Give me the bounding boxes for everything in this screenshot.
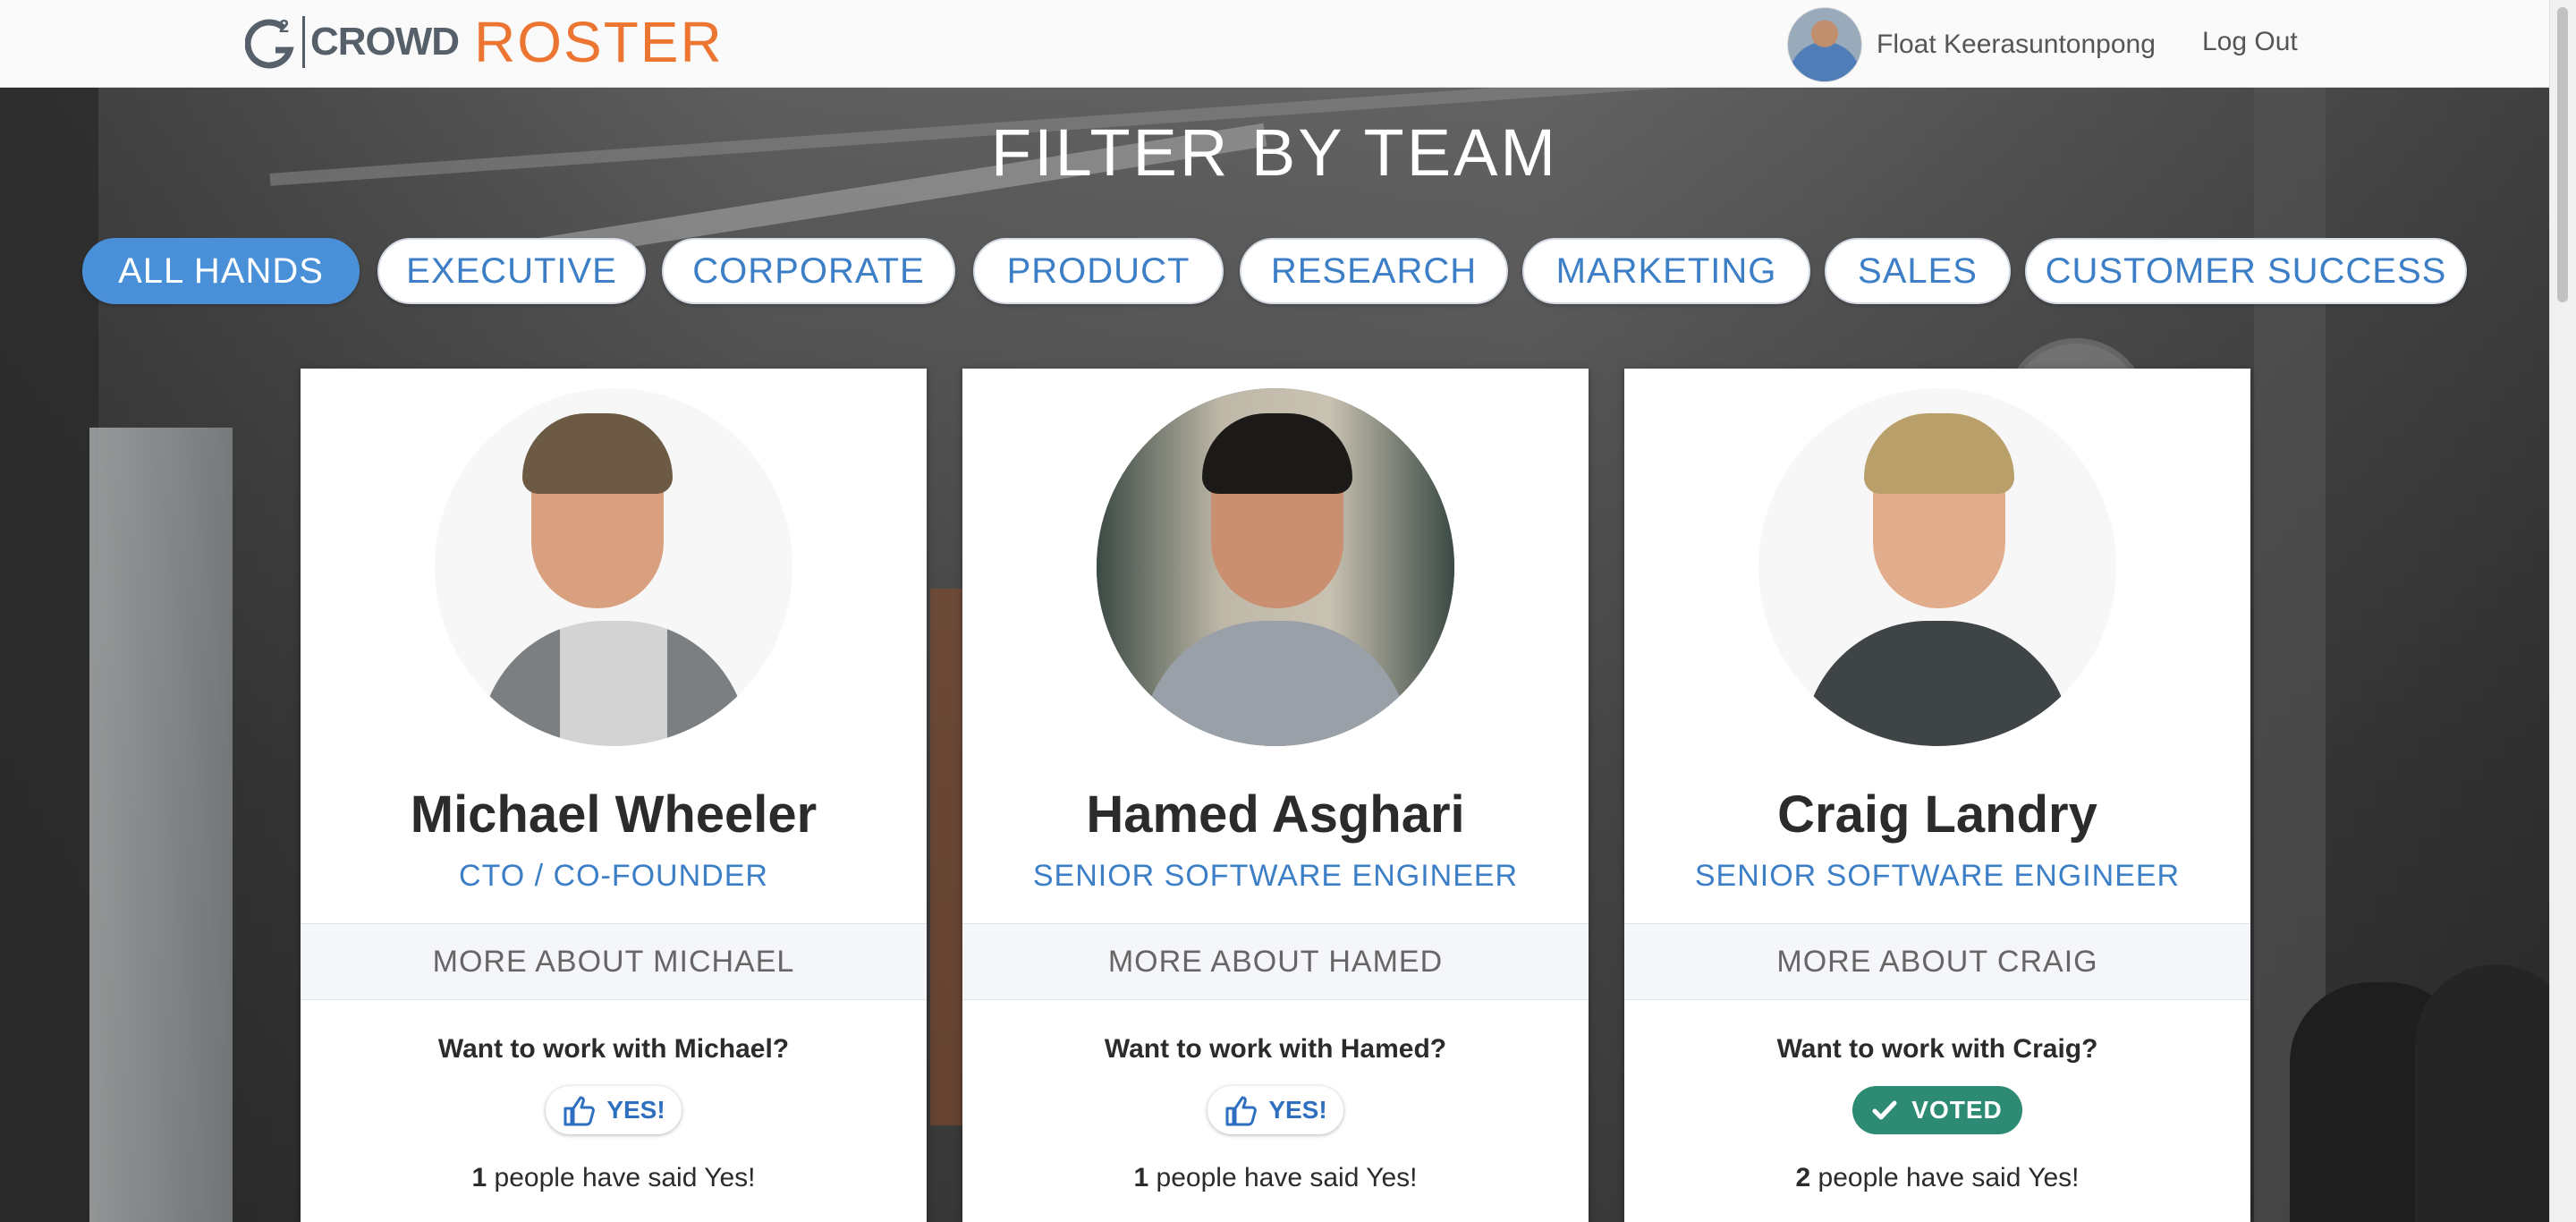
work-with-question: Want to work with Hamed? bbox=[1104, 1034, 1447, 1064]
tab-research[interactable]: RESEARCH bbox=[1240, 238, 1508, 304]
yes-count-text: 1 people have said Yes! bbox=[962, 1163, 1589, 1193]
svg-text:2: 2 bbox=[279, 17, 289, 37]
more-about-button[interactable]: MORE ABOUT CRAIG bbox=[1624, 923, 2250, 1000]
yes-count: 1 bbox=[471, 1163, 487, 1192]
yes-count-suffix: people have said Yes! bbox=[1148, 1163, 1418, 1192]
yes-count-text: 2 people have said Yes! bbox=[1624, 1163, 2250, 1193]
tab-customer-success[interactable]: CUSTOMER SUCCESS bbox=[2025, 238, 2467, 304]
person-photo bbox=[1097, 388, 1454, 746]
person-card: Michael Wheeler CTO / CO-FOUNDER MORE AB… bbox=[301, 369, 927, 1222]
vertical-scrollbar[interactable] bbox=[2549, 0, 2576, 1222]
person-title: SENIOR SOFTWARE ENGINEER bbox=[1032, 859, 1519, 893]
yes-count-text: 1 people have said Yes! bbox=[301, 1163, 927, 1193]
thumbs-up-icon bbox=[564, 1096, 596, 1126]
person-title: SENIOR SOFTWARE ENGINEER bbox=[1694, 859, 2181, 893]
yes-count-suffix: people have said Yes! bbox=[1810, 1163, 2080, 1192]
logout-link[interactable]: Log Out bbox=[2202, 27, 2298, 57]
g2-logo-icon: 2 bbox=[244, 14, 301, 70]
person-name: Michael Wheeler bbox=[410, 785, 818, 844]
vote-yes-button[interactable]: YES! bbox=[1208, 1086, 1343, 1134]
g2-crowd-logo[interactable]: 2 CROWD bbox=[244, 13, 460, 72]
vote-label: YES! bbox=[606, 1096, 665, 1124]
work-with-question: Want to work with Michael? bbox=[437, 1034, 790, 1064]
checkmark-icon bbox=[1872, 1100, 1897, 1120]
user-menu[interactable]: Float Keerasuntonpong bbox=[1787, 7, 2156, 82]
yes-count: 2 bbox=[1795, 1163, 1811, 1192]
work-with-question: Want to work with Craig? bbox=[1776, 1034, 2098, 1064]
yes-count-suffix: people have said Yes! bbox=[487, 1163, 756, 1192]
vote-yes-button[interactable]: YES! bbox=[546, 1086, 682, 1134]
more-about-button[interactable]: MORE ABOUT HAMED bbox=[962, 923, 1589, 1000]
person-card: Craig Landry SENIOR SOFTWARE ENGINEER MO… bbox=[1624, 369, 2250, 1222]
tab-corporate[interactable]: CORPORATE bbox=[662, 238, 955, 304]
logo-divider bbox=[302, 16, 305, 68]
voted-button[interactable]: VOTED bbox=[1852, 1086, 2022, 1134]
person-title: CTO / CO-FOUNDER bbox=[459, 859, 768, 893]
more-about-button[interactable]: MORE ABOUT MICHAEL bbox=[301, 923, 927, 1000]
tab-marketing[interactable]: MARKETING bbox=[1522, 238, 1810, 304]
person-photo bbox=[1758, 388, 2116, 746]
person-photo bbox=[435, 388, 792, 746]
tab-all-hands[interactable]: ALL HANDS bbox=[82, 238, 360, 304]
yes-count: 1 bbox=[1133, 1163, 1149, 1192]
person-name: Craig Landry bbox=[1777, 785, 2097, 844]
tab-executive[interactable]: EXECUTIVE bbox=[377, 238, 646, 304]
person-card: Hamed Asghari SENIOR SOFTWARE ENGINEER M… bbox=[962, 369, 1589, 1222]
logo-text: CROWD bbox=[310, 20, 460, 64]
vote-label: VOTED bbox=[1911, 1096, 2003, 1124]
user-avatar bbox=[1787, 7, 1862, 82]
thumbs-up-icon bbox=[1225, 1096, 1258, 1126]
scrollbar-thumb[interactable] bbox=[2557, 7, 2568, 302]
vote-label: YES! bbox=[1268, 1096, 1327, 1124]
user-name: Float Keerasuntonpong bbox=[1877, 30, 2156, 59]
filter-heading: FILTER BY TEAM bbox=[990, 115, 1559, 190]
person-name: Hamed Asghari bbox=[1086, 785, 1465, 844]
tab-sales[interactable]: SALES bbox=[1825, 238, 2011, 304]
tab-product[interactable]: PRODUCT bbox=[973, 238, 1224, 304]
app-name[interactable]: ROSTER bbox=[474, 9, 724, 75]
top-navbar: 2 CROWD ROSTER Float Keerasuntonpong Log… bbox=[0, 0, 2549, 88]
